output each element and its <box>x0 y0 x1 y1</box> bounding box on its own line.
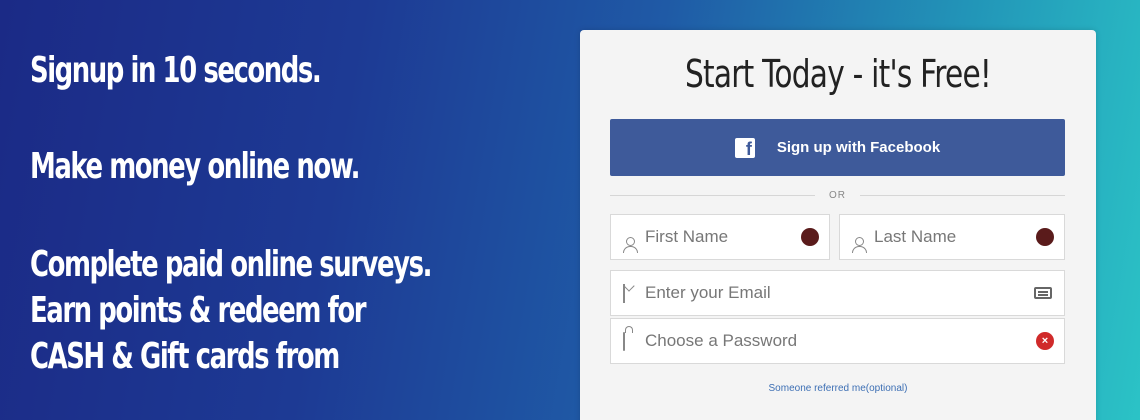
email-field[interactable]: Enter your Email <box>610 270 1065 316</box>
password-placeholder: Choose a Password <box>645 331 798 350</box>
first-name-placeholder: First Name <box>645 227 729 246</box>
promo-line-cash-gift: CASH & Gift cards from <box>30 336 340 377</box>
first-name-field[interactable]: First Name <box>610 214 830 260</box>
divider-rule-left <box>610 194 815 196</box>
autofill-badge-icon[interactable] <box>801 228 819 246</box>
facebook-signup-label: Sign up with Facebook <box>776 139 941 156</box>
last-name-field[interactable]: Last Name <box>839 214 1065 260</box>
lock-icon <box>623 331 645 351</box>
promo-copy: Signup in 10 seconds. Make money online … <box>30 0 570 420</box>
password-field[interactable]: Choose a Password × <box>610 318 1065 364</box>
signup-title: Start Today - it's Free! <box>684 52 992 96</box>
autofill-badge-icon[interactable] <box>1036 228 1054 246</box>
promo-line-signup: Signup in 10 seconds. <box>30 50 322 91</box>
signup-card: Start Today - it's Free! f Sign up with … <box>580 30 1096 420</box>
password-error-icon[interactable]: × <box>1036 332 1054 350</box>
promo-line-surveys: Complete paid online surveys. <box>30 244 432 285</box>
email-placeholder: Enter your Email <box>645 283 771 302</box>
promo-line-make-money: Make money online now. <box>30 146 360 187</box>
promo-line-earn-points: Earn points & redeem for <box>30 290 366 331</box>
mail-icon <box>623 283 645 303</box>
facebook-signup-button[interactable]: f Sign up with Facebook <box>610 119 1065 176</box>
or-divider: OR <box>610 186 1065 204</box>
referred-link[interactable]: Someone referred me(optional) <box>580 383 1096 394</box>
facebook-icon: f <box>734 137 755 158</box>
contact-card-icon[interactable] <box>1034 287 1052 299</box>
divider-rule-right <box>860 194 1065 196</box>
last-name-placeholder: Last Name <box>874 227 957 246</box>
or-text: OR <box>829 189 846 201</box>
